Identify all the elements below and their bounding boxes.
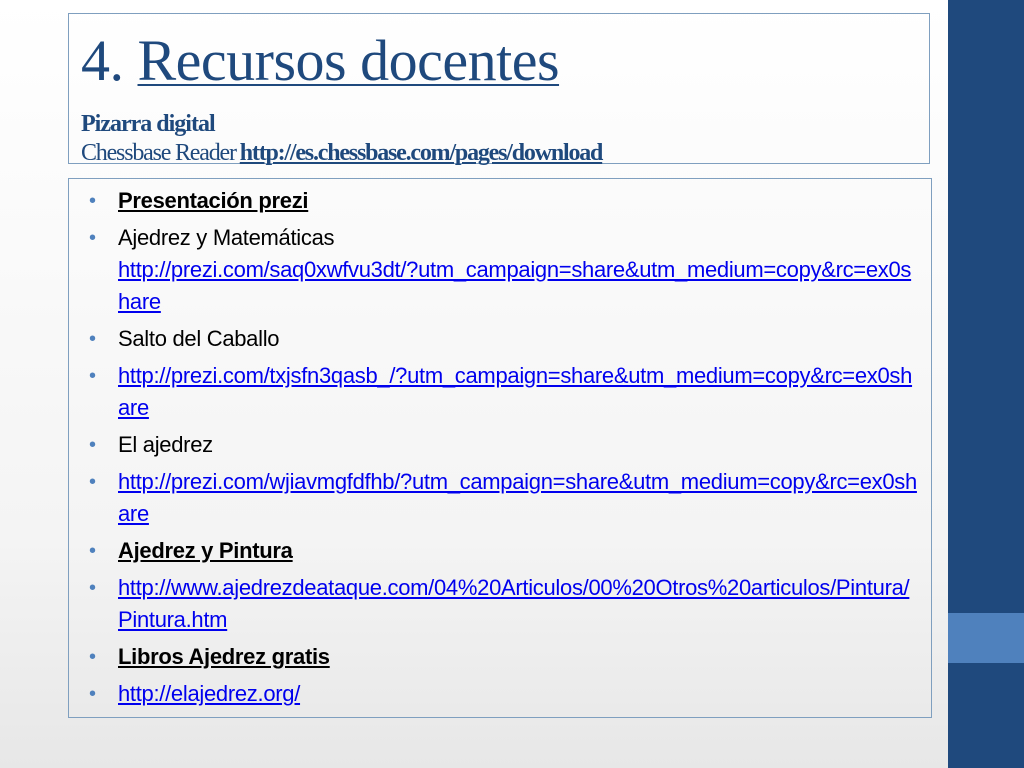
elajedrez-link[interactable]: http://elajedrez.org/ [118, 678, 923, 710]
bullet-icon: • [89, 471, 96, 493]
title-link[interactable]: Recursos docentes [138, 28, 560, 93]
bullet-icon: • [89, 328, 96, 350]
list-item: • http://elajedrez.org/ [69, 678, 931, 710]
list-item: • http://www.ajedrezdeataque.com/04%20Ar… [69, 572, 931, 636]
list-item: • El ajedrez [69, 429, 931, 461]
list-item-text: El ajedrez [118, 432, 213, 457]
bullet-icon: • [89, 190, 96, 212]
list-item-text[interactable]: Presentación prezi [118, 185, 923, 217]
bullet-icon: • [89, 540, 96, 562]
bullet-icon: • [89, 683, 96, 705]
ajedrezdeataque-link[interactable]: http://www.ajedrezdeataque.com/04%20Arti… [118, 572, 923, 636]
list-item: • Libros Ajedrez gratis [69, 641, 931, 673]
list-item: • http://prezi.com/wjiavmgfdfhb/?utm_cam… [69, 466, 931, 530]
list-item-text: Salto del Caballo [118, 326, 280, 351]
title-placeholder[interactable]: 4. Recursos docentes Pizarra digital Ches… [68, 13, 930, 167]
subtitle-chessbase: Chessbase Reader http://es.chessbase.com/… [81, 139, 604, 167]
bullet-icon: • [89, 365, 96, 387]
list-item: • Salto del Caballo [69, 323, 931, 355]
title-number: 4. [81, 28, 124, 93]
list-item-text[interactable]: Libros Ajedrez gratis [118, 641, 923, 673]
prezi-link[interactable]: http://prezi.com/wjiavmgfdfhb/?utm_campa… [118, 466, 923, 530]
list-item-text[interactable]: Ajedrez y Pintura [118, 535, 923, 567]
bullet-icon: • [89, 434, 96, 456]
subtitle-chessbase-text: Chessbase Reader [81, 140, 237, 166]
prezi-link[interactable]: http://prezi.com/saq0xwfvu3dt/?utm_campa… [118, 254, 923, 318]
list-item: • Presentación prezi [69, 185, 931, 217]
list-item: • Ajedrez y Matemáticas http://prezi.com… [69, 222, 931, 318]
side-bar-accent [948, 613, 1024, 663]
list-item: • http://prezi.com/txjsfn3qasb_/?utm_cam… [69, 360, 931, 424]
bullet-list: • Presentación prezi • Ajedrez y Matemát… [69, 185, 931, 715]
subtitle-pizarra: Pizarra digital [81, 111, 216, 137]
bullet-icon: • [89, 577, 96, 599]
list-item-text: Ajedrez y Matemáticas [118, 225, 335, 250]
content-placeholder[interactable]: • Presentación prezi • Ajedrez y Matemát… [68, 178, 932, 718]
bullet-icon: • [89, 227, 96, 249]
list-item: • Ajedrez y Pintura [69, 535, 931, 567]
prezi-link[interactable]: http://prezi.com/txjsfn3qasb_/?utm_campa… [118, 360, 923, 424]
bullet-icon: • [89, 646, 96, 668]
chessbase-download-link[interactable]: http://es.chessbase.com/pages/download [240, 140, 604, 166]
slide-title: 4. Recursos docentes [81, 28, 560, 94]
